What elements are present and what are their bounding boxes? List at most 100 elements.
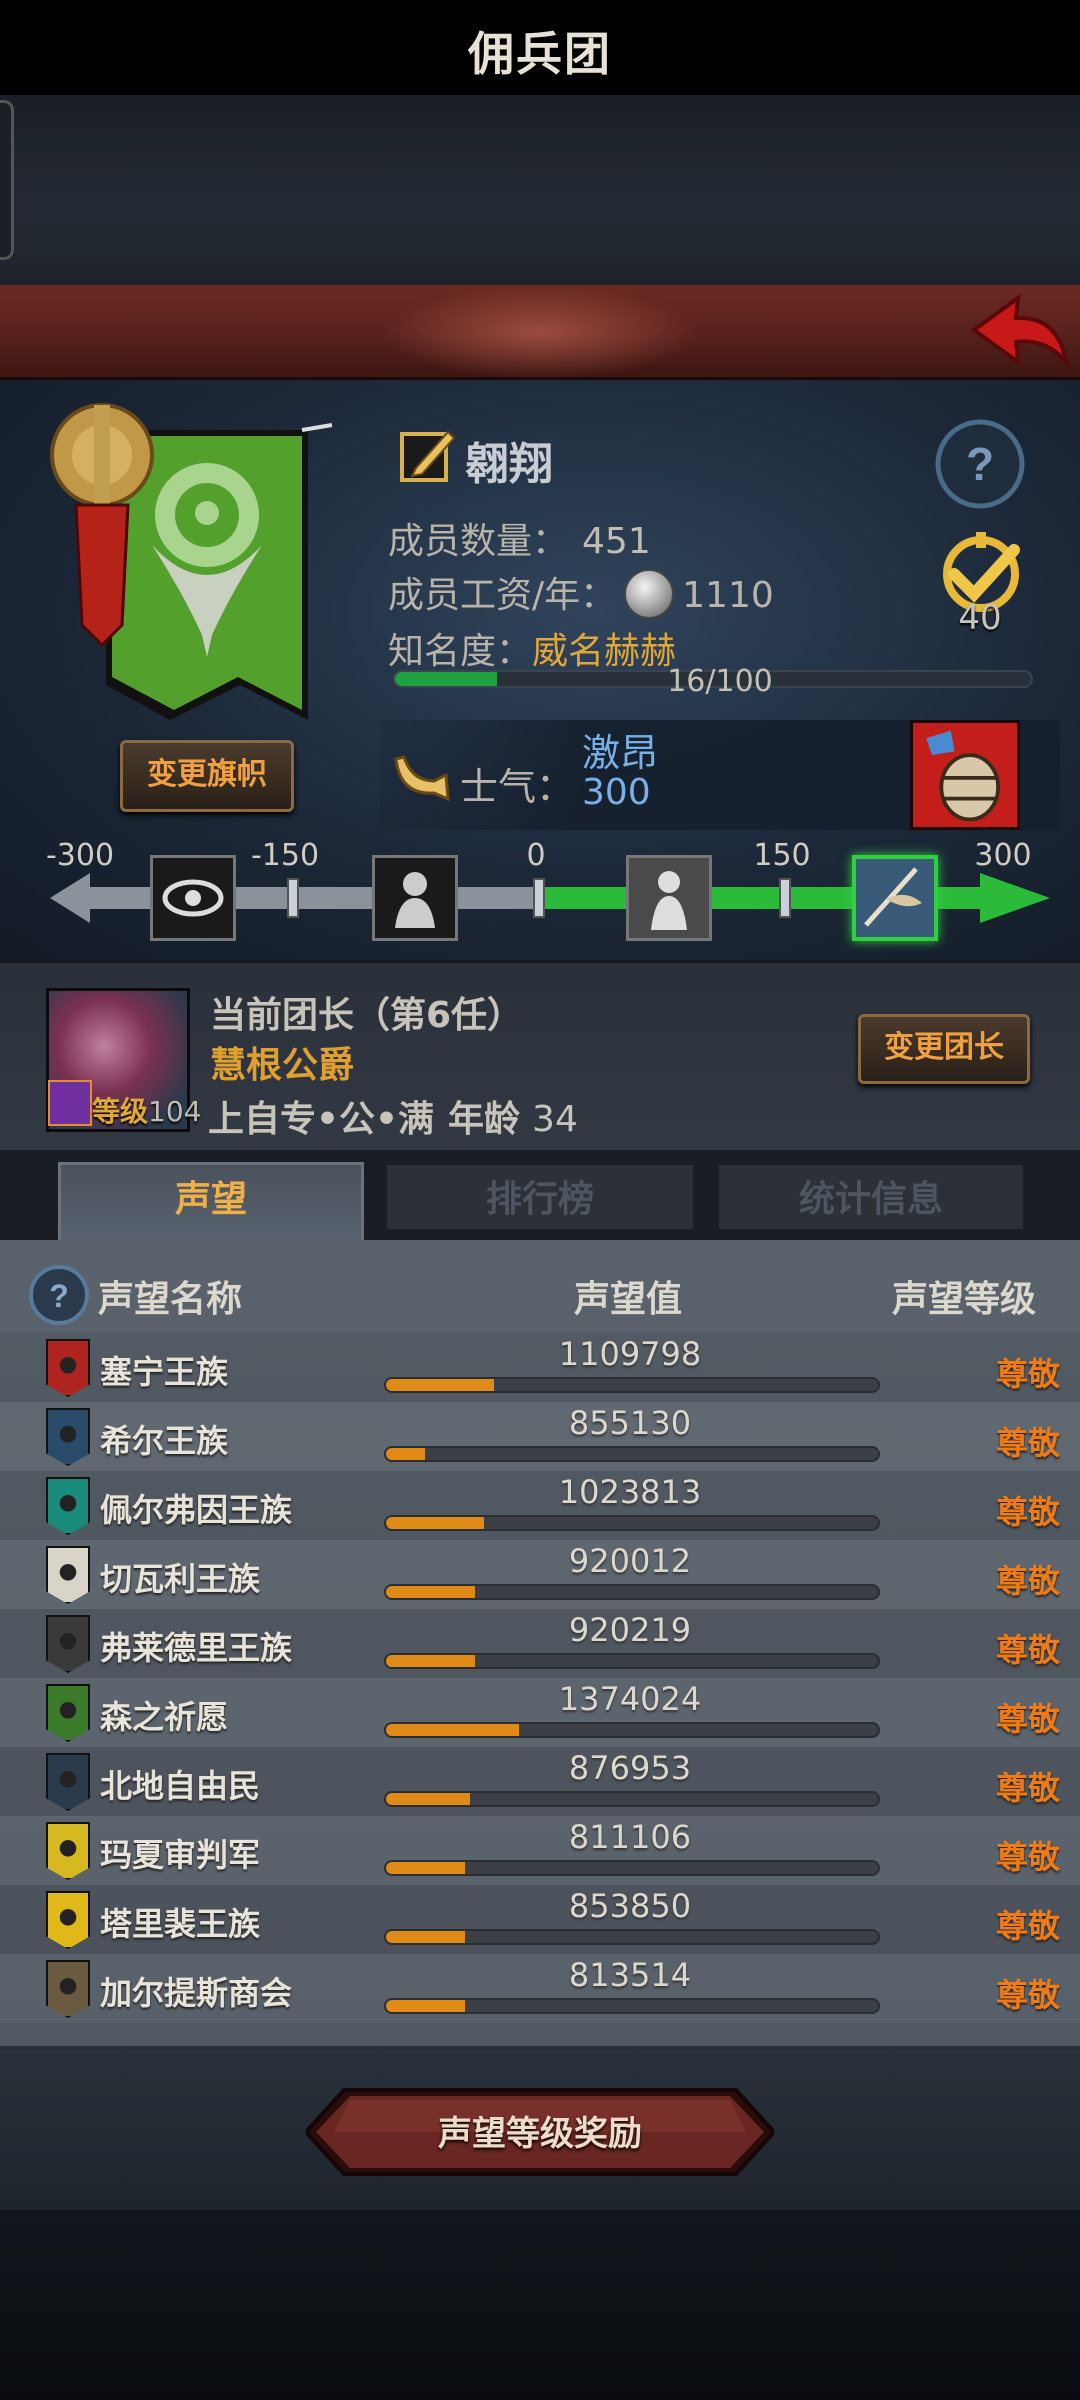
column-header-level: 声望等级 [892, 1279, 1037, 1320]
page-title: 佣兵团 [468, 27, 612, 81]
reputation-value: 1374024 [558, 1680, 702, 1718]
reputation-level: 尊敬 [995, 1976, 1060, 2014]
company-name: 翱翔 [465, 439, 553, 490]
members-line: 成员数量： 451 [388, 512, 651, 564]
scale-tick: -150 [250, 838, 320, 873]
help-icon[interactable]: ? [28, 1264, 90, 1326]
reputation-progress-bar [384, 1860, 880, 1876]
side-handle[interactable] [0, 100, 14, 260]
level-icon [48, 1080, 92, 1126]
leader-title: 当前团长（第6任） [210, 995, 524, 1036]
reputation-value: 876953 [568, 1749, 692, 1787]
svg-text:?: ? [49, 1278, 69, 1314]
faction-icon [46, 1546, 90, 1604]
tab-leaderboard[interactable]: 排行榜 [384, 1162, 696, 1232]
reputation-progress-fill [386, 1793, 470, 1805]
scale-tick: 150 [753, 838, 811, 873]
change-banner-button[interactable]: 变更旗帜 [120, 740, 294, 812]
reputation-progress-fill [386, 1517, 485, 1529]
bottom-background [0, 2210, 1080, 2400]
faction-icon [46, 1753, 90, 1811]
company-banner [50, 403, 333, 720]
faction-name: 森之祈愿 [100, 1698, 229, 1736]
list-item[interactable]: 塞宁王族 1109798 尊敬 [0, 1333, 1080, 1402]
svg-text:?: ? [966, 438, 994, 490]
faction-icon [46, 1339, 90, 1397]
reputation-progress-bar [384, 1722, 880, 1738]
reputation-level: 尊敬 [995, 1562, 1060, 1600]
list-item[interactable]: 塔里裴王族 853850 尊敬 [0, 1885, 1080, 1954]
change-leader-button[interactable]: 变更团长 [858, 1014, 1030, 1084]
faction-name: 弗莱德里王族 [100, 1629, 293, 1667]
reputation-progress-bar [384, 1998, 880, 2014]
list-item[interactable]: 北地自由民 876953 尊敬 [0, 1747, 1080, 1816]
reward-button-label: 声望等级奖励 [438, 2114, 642, 2154]
reputation-level: 尊敬 [995, 1838, 1060, 1876]
faction-icon [46, 1891, 90, 1949]
faction-icon [46, 1408, 90, 1466]
reputation-progress-fill [386, 1448, 426, 1460]
members-label: 成员数量： [388, 521, 569, 562]
list-item[interactable]: 加尔提斯商会 813514 尊敬 [0, 1954, 1080, 2023]
top-background [0, 95, 1080, 285]
faction-name: 北地自由民 [100, 1767, 261, 1805]
fame-progress-text: 16/100 [667, 664, 773, 699]
list-item[interactable]: 切瓦利王族 920012 尊敬 [0, 1540, 1080, 1609]
reputation-level: 尊敬 [995, 1631, 1060, 1669]
list-item[interactable]: 佩尔弗因王族 1023813 尊敬 [0, 1471, 1080, 1540]
despair-figure-icon[interactable] [372, 855, 458, 941]
reputation-level: 尊敬 [995, 1907, 1060, 1945]
column-header-value: 声望值 [574, 1279, 683, 1320]
reputation-value: 920012 [568, 1542, 692, 1580]
faction-icon [46, 1684, 90, 1742]
reputation-level: 尊敬 [995, 1424, 1060, 1462]
wage-line: 成员工资/年： 1110 [388, 566, 774, 619]
list-item[interactable]: 玛夏审判军 811106 尊敬 [0, 1816, 1080, 1885]
morale-value: 300 [582, 772, 651, 813]
reputation-progress-bar [384, 1791, 880, 1807]
leader-level: 等级104 [92, 1095, 202, 1128]
reputation-progress-fill [386, 2000, 465, 2012]
faction-name: 加尔提斯商会 [100, 1974, 293, 2012]
list-item[interactable]: 弗莱德里王族 920219 尊敬 [0, 1609, 1080, 1678]
reputation-progress-fill [386, 1931, 465, 1943]
eye-icon[interactable] [150, 855, 236, 941]
tab-statistics[interactable]: 统计信息 [716, 1162, 1026, 1232]
members-value: 451 [582, 521, 651, 562]
reputation-level: 尊敬 [995, 1355, 1060, 1393]
title-bar [0, 285, 1080, 380]
reputation-value: 811106 [568, 1818, 692, 1856]
rank-value: 40 [958, 598, 1002, 638]
reputation-value: 855130 [568, 1404, 692, 1442]
tab-reputation[interactable]: 声望 [58, 1162, 364, 1244]
reputation-level: 尊敬 [995, 1493, 1060, 1531]
reputation-progress-fill [386, 1655, 475, 1667]
back-arrow-icon[interactable] [966, 290, 1070, 374]
morale-label: 士气： [460, 765, 575, 809]
standing-figure-icon[interactable] [626, 855, 712, 941]
charge-banner-icon[interactable] [852, 855, 938, 941]
list-item[interactable]: 希尔王族 855130 尊敬 [0, 1402, 1080, 1471]
edit-icon[interactable] [396, 424, 458, 486]
faction-name: 希尔王族 [100, 1422, 229, 1460]
reputation-progress-fill [386, 1586, 475, 1598]
reputation-value: 1023813 [558, 1473, 702, 1511]
barrel-icon[interactable] [910, 720, 1020, 830]
reputation-value: 813514 [568, 1956, 692, 1994]
list-item[interactable]: 森之祈愿 1374024 尊敬 [0, 1678, 1080, 1747]
reputation-value: 920219 [568, 1611, 692, 1649]
wage-label: 成员工资/年： [388, 575, 617, 616]
scale-tick: 300 [974, 838, 1032, 873]
column-header-name: 声望名称 [98, 1279, 243, 1320]
help-icon[interactable]: ? [934, 418, 1026, 510]
reputation-value: 853850 [568, 1887, 692, 1925]
faction-name: 塞宁王族 [100, 1353, 229, 1391]
faction-icon [46, 1477, 90, 1535]
faction-name: 塔里裴王族 [100, 1905, 261, 1943]
reputation-progress-bar [384, 1929, 880, 1945]
faction-name: 佩尔弗因王族 [100, 1491, 293, 1529]
coin-icon [624, 569, 675, 619]
scale-tick: -300 [45, 838, 115, 873]
reputation-progress-fill [386, 1379, 495, 1391]
reputation-level: 尊敬 [995, 1700, 1060, 1738]
